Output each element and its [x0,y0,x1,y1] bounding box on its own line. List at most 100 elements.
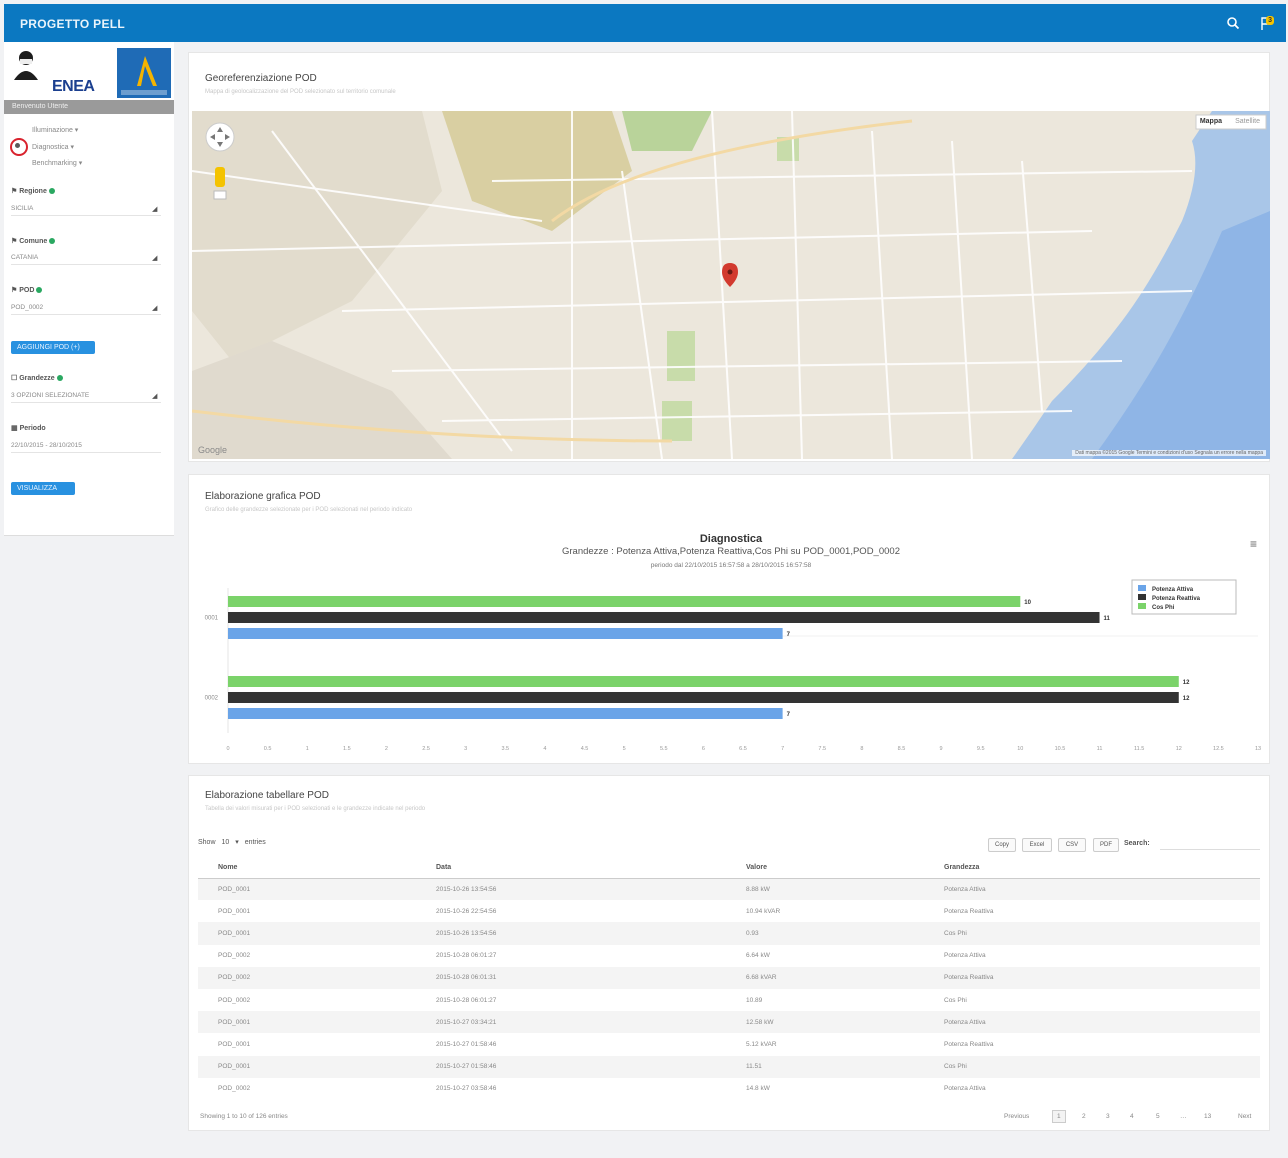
chart-tick-label: 11 [1097,746,1103,752]
graph-subtitle: Grafico delle grandezze selezionate per … [205,507,413,513]
grandezze-select[interactable]: 3 OPZIONI SELEZIONATE [11,392,89,399]
map-type-map[interactable]: Mappa [1200,118,1222,125]
table-row[interactable]: POD_0002 2015-10-27 03:58:46 14.8 kW Potenz… [198,1078,1260,1100]
table-row[interactable]: POD_0001 2015-10-26 22:54:56 10.94 kVAR Pot… [198,900,1260,922]
search-label: Search: [1124,840,1150,847]
page-link[interactable]: … [1180,1113,1187,1120]
unitec-logo [117,48,171,98]
entries-select[interactable]: 10 [221,839,229,846]
user-avatar-icon [14,51,38,80]
grandezze-label: ☐ Grandezze [11,374,63,382]
pdf-button[interactable]: PDF [1093,838,1119,852]
legend-label: Cos Phi [1152,605,1175,611]
page-link[interactable]: Next [1238,1113,1251,1120]
col-grandezza[interactable]: Grandezza [924,858,1260,879]
map[interactable]: Mappa Satellite Google Dati mappa ©2015 … [192,111,1270,459]
table-row[interactable]: POD_0002 2015-10-28 06:01:27 10.89 Cos Phi [198,989,1260,1011]
page-link[interactable]: 5 [1156,1113,1160,1120]
map-canvas[interactable] [192,111,1270,459]
geo-title: Georeferenziazione POD [205,73,317,84]
table-cell: Potenza Attiva [944,952,986,960]
caret-icon[interactable]: ◢ [152,254,157,262]
caret-icon[interactable]: ◢ [152,205,157,213]
chart-tick-label: 4 [543,746,546,752]
chart-tick-label: 5 [623,746,626,752]
legend-swatch [1138,594,1146,600]
col-valore[interactable]: Valore [726,858,924,879]
comune-label: ⚑ Comune [11,237,56,245]
table-cell: POD_0001 [198,1055,416,1078]
table-cell: POD_0001 [218,1040,251,1048]
table-cell: Potenza Reattiva [924,966,1260,989]
chart-data-label: 7 [787,632,791,638]
chart-data-label: 12 [1183,680,1190,686]
divider [11,264,161,265]
table-cell: 2015-10-28 06:01:27 [436,996,497,1004]
table-row[interactable]: POD_0002 2015-10-28 06:01:31 6.68 kVAR Pote… [198,966,1260,989]
add-pod-button[interactable]: AGGIUNGI POD (+) [11,341,95,354]
table-row[interactable]: POD_0001 2015-10-26 13:54:56 0.93 Cos Phi [198,922,1260,945]
table-cell: 12.58 kW [726,1011,924,1034]
pod-select[interactable]: POD_0002 [11,304,43,311]
nav-diagnostica[interactable]: Diagnostica ▾ [32,143,74,151]
table-row[interactable]: POD_0001 2015-10-27 03:34:21 12.58 kW Poten… [198,1011,1260,1034]
logo-area: ENEA [4,42,174,98]
chart-tick-label: 8 [860,746,863,752]
divider [11,452,161,453]
page-link[interactable]: 4 [1130,1113,1134,1120]
enea-logo: ENEA [52,78,95,95]
graph-title: Elaborazione grafica POD [205,491,321,502]
page-link[interactable]: 2 [1082,1113,1086,1120]
chart-tick-label: 13 [1255,746,1261,752]
regione-select[interactable]: SICILIA [11,205,33,212]
chart-tick-label: 12.5 [1213,746,1224,752]
search-icon[interactable] [1226,16,1240,30]
comune-select[interactable]: CATANIA [11,254,38,261]
app-title[interactable]: PROGETTO PELL [20,17,125,31]
page-link[interactable]: Previous [1004,1113,1029,1120]
street-view-pegman-icon[interactable] [215,167,225,187]
status-dot-icon [48,188,55,195]
table-info: Showing 1 to 10 of 126 entries [200,1113,288,1120]
table-cell: 6.64 kW [746,952,770,960]
map-type-satellite[interactable]: Satellite [1235,118,1260,125]
caret-icon[interactable]: ◢ [152,304,157,312]
map-footer[interactable]: Dati mappa ©2015 Google Termini e condiz… [1072,450,1266,456]
copy-button[interactable]: Copy [988,838,1016,852]
comune-label-text: Comune [19,238,48,245]
table-cell: 2015-10-27 01:58:46 [436,1040,497,1048]
table-row[interactable]: POD_0002 2015-10-28 06:01:27 6.64 kW Potenz… [198,945,1260,967]
page-link[interactable]: 13 [1204,1113,1211,1120]
visualizza-button[interactable]: VISUALIZZA [11,482,75,495]
page-link[interactable]: 3 [1106,1113,1110,1120]
chart-tick-label: 11.5 [1134,746,1144,752]
col-data[interactable]: Data [416,858,726,879]
chart-tick-label: 12 [1176,746,1182,752]
chart-tick-label: 0.5 [264,746,272,752]
table-row[interactable]: POD_0001 2015-10-26 13:54:56 8.88 kW Potenz… [198,878,1260,901]
nav-illuminazione[interactable]: Illuminazione ▾ [32,126,78,134]
page-link[interactable]: 1 [1052,1110,1066,1123]
table-cell: Potenza Attiva [924,878,1260,901]
table-cell: Cos Phi [924,1055,1260,1078]
status-dot-icon [49,238,56,245]
chart-tick-label: 7 [781,746,784,752]
table-search-input[interactable] [1160,836,1260,850]
notifications-button[interactable]: 3 [1258,14,1276,32]
excel-button[interactable]: Excel [1022,838,1052,852]
csv-button[interactable]: CSV [1058,838,1086,852]
show-label: Show [198,839,216,846]
nav-benchmarking[interactable]: Benchmarking ▾ [32,159,82,167]
table-cell: 11.51 [726,1055,924,1078]
chart-tick-label: 7.5 [818,746,826,752]
caret-down-icon[interactable]: ▾ [235,839,239,846]
caret-icon[interactable]: ◢ [152,392,157,400]
table-row[interactable]: POD_0001 2015-10-27 01:58:46 11.51 Cos Phi [198,1055,1260,1078]
table-cell: 2015-10-28 06:01:31 [416,966,726,989]
periodo-label: ▦ Periodo [11,425,46,432]
table-cell: 2015-10-27 03:34:21 [416,1011,726,1034]
periodo-input[interactable]: 22/10/2015 - 28/10/2015 [11,442,82,449]
table-row[interactable]: POD_0001 2015-10-27 01:58:46 5.12 kVAR Pote… [198,1033,1260,1055]
legend-label: Potenza Reattiva [1152,596,1201,602]
col-nome[interactable]: Nome [198,858,416,879]
